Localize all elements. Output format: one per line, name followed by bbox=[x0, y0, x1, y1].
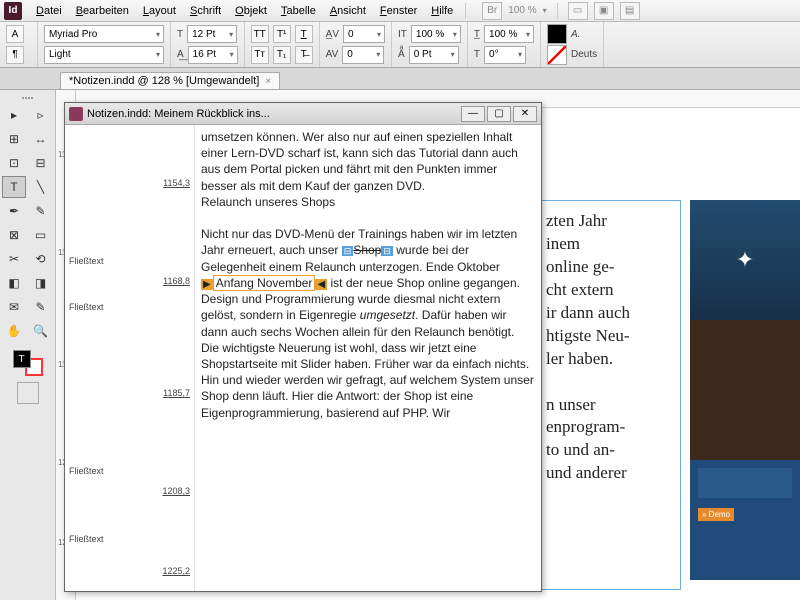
zoom-tool-icon[interactable]: 🔍 bbox=[29, 320, 53, 342]
page-tool-icon[interactable]: ⊞ bbox=[2, 128, 26, 150]
arrange-icon[interactable]: ▤ bbox=[620, 2, 640, 20]
content-placer-icon[interactable]: ⊟ bbox=[29, 152, 53, 174]
inserted-text: Anfang November bbox=[213, 275, 316, 291]
menu-schrift[interactable]: Schrift bbox=[184, 3, 227, 19]
menu-datei[interactable]: Datei bbox=[30, 3, 68, 19]
insert-mark-icon: ▶ bbox=[201, 279, 213, 290]
delete-mark-end-icon: ⊟ bbox=[381, 246, 393, 256]
baseline-icon: Aͣ bbox=[398, 49, 405, 60]
gradient-swatch-icon[interactable]: ◧ bbox=[2, 272, 26, 294]
subscript-icon[interactable]: T₁ bbox=[273, 46, 291, 64]
document-tab[interactable]: *Notizen.indd @ 128 % [Umgewandelt] × bbox=[60, 72, 280, 89]
direct-selection-tool-icon[interactable]: ▹ bbox=[29, 104, 53, 126]
menu-fenster[interactable]: Fenster bbox=[374, 3, 423, 19]
app-icon: Id bbox=[4, 2, 22, 20]
document-tab-strip: *Notizen.indd @ 128 % [Umgewandelt] × bbox=[0, 68, 800, 90]
para-format-icon[interactable]: ¶ bbox=[6, 46, 24, 64]
leading-combo[interactable]: 16 Pt bbox=[188, 46, 238, 64]
baseline-combo[interactable]: 0 Pt bbox=[409, 46, 459, 64]
char-format-icon[interactable]: A bbox=[6, 25, 24, 43]
content-collector-icon[interactable]: ⊡ bbox=[2, 152, 26, 174]
pen-tool-icon[interactable]: ✒ bbox=[2, 200, 26, 222]
pencil-tool-icon[interactable]: ✎ bbox=[29, 200, 53, 222]
insert-mark-end-icon: ◀ bbox=[315, 279, 327, 290]
menu-bar: Id Datei Bearbeiten Layout Schrift Objek… bbox=[0, 0, 800, 22]
hscale-icon: T̲ bbox=[474, 29, 480, 40]
menu-tabelle[interactable]: Tabelle bbox=[275, 3, 322, 19]
fill-stroke-swatches[interactable]: T bbox=[13, 350, 43, 376]
document-tab-title: *Notizen.indd @ 128 % [Umgewandelt] bbox=[69, 75, 259, 87]
vscale-icon: IT bbox=[398, 29, 407, 40]
menu-ansicht[interactable]: Ansicht bbox=[324, 3, 372, 19]
font-size-combo[interactable]: 12 Pt bbox=[187, 25, 237, 43]
menu-objekt[interactable]: Objekt bbox=[229, 3, 273, 19]
image-frame[interactable]: ✦ » Demo bbox=[690, 200, 800, 580]
type-tool-icon[interactable]: T bbox=[2, 176, 26, 198]
maximize-button[interactable]: ▢ bbox=[487, 106, 511, 122]
close-button[interactable]: ✕ bbox=[513, 106, 537, 122]
transform-tool-icon[interactable]: ⟲ bbox=[29, 248, 53, 270]
scissors-tool-icon[interactable]: ✂ bbox=[2, 248, 26, 270]
toolbox-grip[interactable] bbox=[0, 94, 55, 102]
screen-mode-icon[interactable]: ▣ bbox=[594, 2, 614, 20]
rectangle-frame-icon[interactable]: ⊠ bbox=[2, 224, 26, 246]
superscript-icon[interactable]: T¹ bbox=[273, 25, 291, 43]
gap-tool-icon[interactable]: ↔ bbox=[29, 128, 53, 150]
close-tab-icon[interactable]: × bbox=[265, 76, 271, 87]
story-editor-title: Notizen.indd: Meinem Rückblick ins... bbox=[87, 108, 270, 120]
stroke-swatch[interactable] bbox=[547, 45, 567, 65]
font-weight-combo[interactable]: Light bbox=[44, 46, 164, 64]
font-family-combo[interactable]: Myriad Pro bbox=[44, 25, 164, 43]
logo-graphic: ✦ bbox=[736, 247, 754, 273]
demo-button: » Demo bbox=[698, 508, 734, 521]
eyedropper-tool-icon[interactable]: ✎ bbox=[29, 296, 53, 318]
zoom-level[interactable]: 100 % bbox=[508, 5, 536, 16]
selection-tool-icon[interactable]: ▸ bbox=[2, 104, 26, 126]
skew-icon: T bbox=[474, 49, 480, 60]
view-mode-icon[interactable] bbox=[17, 382, 39, 404]
font-size-icon: T bbox=[177, 29, 183, 40]
skew-combo[interactable]: 0° bbox=[484, 46, 526, 64]
hscale-combo[interactable]: 100 % bbox=[484, 25, 534, 43]
vscale-combo[interactable]: 100 % bbox=[411, 25, 461, 43]
story-editor-icon bbox=[69, 107, 83, 121]
story-editor-window: Notizen.indd: Meinem Rückblick ins... — … bbox=[64, 102, 542, 592]
line-tool-icon[interactable]: ╲ bbox=[29, 176, 53, 198]
delete-mark-icon: ⊟ bbox=[342, 246, 354, 256]
kerning-combo[interactable]: 0 bbox=[343, 25, 385, 43]
tracking-icon: AV bbox=[326, 49, 339, 60]
bridge-button[interactable]: Br bbox=[482, 2, 502, 20]
underline-icon[interactable]: T bbox=[295, 25, 313, 43]
hand-tool-icon[interactable]: ✋ bbox=[2, 320, 26, 342]
smallcaps-icon[interactable]: Tᴛ bbox=[251, 46, 269, 64]
story-text[interactable]: umsetzen können. Wer also nur auf einen … bbox=[195, 125, 541, 591]
story-gutter: 1154,3 Fließtext 1168,8 Fließtext 1185,7… bbox=[65, 125, 195, 591]
strikethrough-icon[interactable]: T̶ bbox=[295, 46, 313, 64]
menu-bearbeiten[interactable]: Bearbeiten bbox=[70, 3, 135, 19]
deleted-text: Shop bbox=[353, 243, 381, 257]
toolbox: ▸ ▹ ⊞ ↔ ⊡ ⊟ T ╲ ✒ ✎ ⊠ ▭ ✂ ⟲ ◧ ◨ ✉ ✎ ✋ 🔍 … bbox=[0, 90, 56, 600]
allcaps-icon[interactable]: TT bbox=[251, 25, 269, 43]
note-tool-icon[interactable]: ✉ bbox=[2, 296, 26, 318]
fill-swatch[interactable] bbox=[547, 24, 567, 44]
view-options-icon[interactable]: ▭ bbox=[568, 2, 588, 20]
tracking-combo[interactable]: 0 bbox=[342, 46, 384, 64]
story-editor-titlebar[interactable]: Notizen.indd: Meinem Rückblick ins... — … bbox=[65, 103, 541, 125]
kerning-icon: A̲V bbox=[326, 29, 339, 40]
minimize-button[interactable]: — bbox=[461, 106, 485, 122]
char-style-icon[interactable]: A. bbox=[571, 29, 580, 40]
lang-label: Deuts bbox=[571, 49, 597, 60]
gradient-feather-icon[interactable]: ◨ bbox=[29, 272, 53, 294]
control-bar: A ¶ Myriad Pro Light T12 Pt A͟16 Pt TT T… bbox=[0, 22, 800, 68]
rectangle-tool-icon[interactable]: ▭ bbox=[29, 224, 53, 246]
leading-icon: A͟ bbox=[177, 49, 184, 60]
menu-layout[interactable]: Layout bbox=[137, 3, 182, 19]
menu-hilfe[interactable]: Hilfe bbox=[425, 3, 459, 19]
